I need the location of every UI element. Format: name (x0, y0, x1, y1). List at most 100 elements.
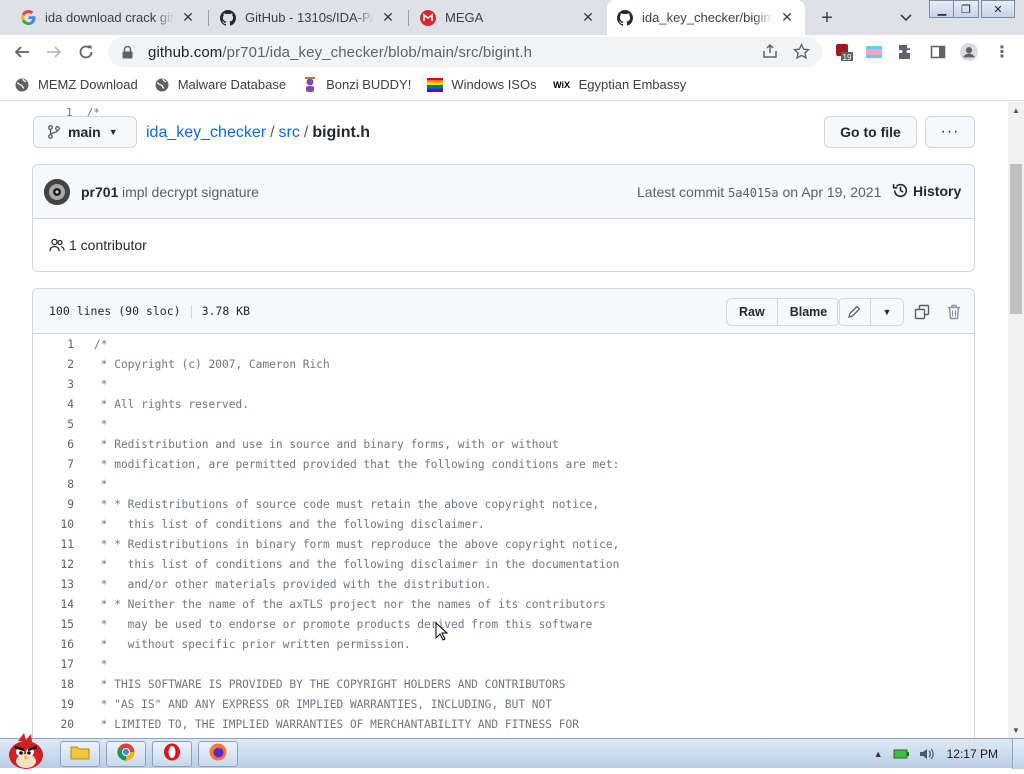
breadcrumb-current-file: bigint.h (312, 124, 371, 141)
line-number[interactable]: 3 (33, 375, 74, 395)
bookmark-malware-database[interactable]: Malware Database (154, 77, 286, 93)
more-options-button[interactable]: ··· (925, 116, 975, 148)
go-to-file-button[interactable]: Go to file (824, 116, 917, 148)
line-number[interactable]: 19 (33, 695, 74, 715)
battery-power-icon[interactable] (893, 747, 909, 761)
line-number[interactable]: 9 (33, 495, 74, 515)
code-line: 5 * (33, 415, 974, 435)
tab-mega[interactable]: MEGA ✕ (410, 0, 606, 35)
commit-author-link[interactable]: pr701 (81, 184, 118, 200)
raw-button[interactable]: Raw (727, 299, 777, 325)
edit-button-group: ▼ (837, 298, 904, 326)
bookmark-windows-isos[interactable]: Windows ISOs (427, 77, 537, 93)
line-number[interactable]: 6 (33, 435, 74, 455)
line-number[interactable]: 10 (33, 515, 74, 535)
tab-bigint-active[interactable]: ida_key_checker/bigint ✕ (607, 0, 805, 35)
show-desktop-button[interactable] (1012, 739, 1024, 769)
commit-message-link[interactable]: impl decrypt signature (122, 184, 259, 200)
maximize-window-button[interactable]: ❐ (953, 0, 979, 18)
code-line: 14 * * Neither the name of the axTLS pro… (33, 595, 974, 615)
tab-github-ida-pa[interactable]: GitHub - 1310s/IDA-PA ✕ (210, 0, 406, 35)
tab-google-search[interactable]: ida download crack gith ✕ (10, 0, 206, 35)
volume-icon[interactable] (919, 747, 935, 761)
bookmark-bonzi-buddy[interactable]: Bonzi BUDDY! (302, 76, 411, 93)
taskbar-chrome[interactable] (106, 741, 146, 767)
line-text: * Redistribution and use in source and b… (94, 438, 559, 451)
browser-menu-icon[interactable]: ⋮ (993, 43, 1011, 61)
address-bar[interactable]: github.com/pr701/ida_key_checker/blob/ma… (108, 37, 822, 67)
extension-badge-icon[interactable]: 19 (835, 43, 853, 61)
tab-search-chevron-icon[interactable] (896, 8, 916, 28)
contributors-link[interactable]: 1 contributor (49, 237, 147, 253)
copy-raw-contents-icon[interactable] (913, 303, 931, 321)
bookmark-memz-download[interactable]: MEMZ Download (14, 77, 138, 93)
side-panel-icon[interactable] (929, 43, 947, 61)
back-button[interactable] (9, 39, 35, 65)
taskbar-file-explorer[interactable] (60, 741, 100, 767)
line-text: * * Redistributions of source code must … (94, 498, 600, 511)
show-hidden-icons-arrow-icon[interactable]: ▲ (874, 749, 883, 759)
delete-file-trash-icon[interactable] (945, 303, 963, 321)
close-tab-icon[interactable]: ✕ (180, 9, 196, 26)
scrollbar-thumb[interactable] (1010, 164, 1022, 314)
share-icon[interactable] (761, 42, 779, 60)
start-button-angry-bird-icon[interactable] (2, 731, 52, 769)
taskbar-opera[interactable] (152, 741, 192, 767)
forward-button[interactable] (41, 39, 67, 65)
line-number[interactable]: 17 (33, 655, 74, 675)
lock-icon[interactable] (122, 45, 136, 59)
bookmark-egyptian-embassy[interactable]: WiX Egyptian Embassy (553, 77, 686, 93)
line-number[interactable]: 2 (33, 355, 74, 375)
close-tab-icon[interactable]: ✕ (779, 9, 795, 26)
commit-sha-link[interactable]: 5a4015a (728, 186, 779, 200)
bookmark-star-icon[interactable] (792, 42, 810, 60)
globe-icon (14, 77, 30, 93)
extensions-puzzle-icon[interactable] (897, 43, 915, 61)
code-line: 8 * (33, 475, 974, 495)
taskbar-clock[interactable]: 12:17 PM (947, 747, 998, 761)
code-line: 3 * (33, 375, 974, 395)
blame-button[interactable]: Blame (776, 299, 840, 325)
minimize-window-button[interactable]: ▁ (929, 0, 955, 18)
line-number[interactable]: 5 (33, 415, 74, 435)
close-tab-icon[interactable]: ✕ (380, 9, 396, 26)
commit-header: pr701 impl decrypt signature Latest comm… (33, 165, 974, 219)
line-number[interactable]: 4 (33, 395, 74, 415)
line-number[interactable]: 16 (33, 635, 74, 655)
taskbar-firefox[interactable] (198, 741, 238, 767)
history-link[interactable]: History (892, 182, 961, 199)
close-tab-icon[interactable]: ✕ (580, 9, 596, 26)
line-text: * THIS SOFTWARE IS PROVIDED BY THE COPYR… (94, 678, 566, 691)
edit-pencil-button[interactable] (838, 299, 870, 325)
close-window-button[interactable]: ✕ (981, 0, 1015, 18)
new-tab-button[interactable]: + (815, 6, 839, 30)
line-number[interactable]: 13 (33, 575, 74, 595)
extension-flag-icon[interactable] (865, 43, 883, 61)
branch-select-button[interactable]: main ▼ (33, 116, 137, 148)
page-scrollbar[interactable]: ▲ ▼ (1008, 102, 1024, 738)
tab-title: ida download crack gith (45, 10, 174, 25)
line-text: * modification, are permitted provided t… (94, 458, 620, 471)
line-number[interactable]: 14 (33, 595, 74, 615)
line-text: * and/or other materials provided with t… (94, 578, 492, 591)
line-number[interactable]: 11 (33, 535, 74, 555)
mega-icon (420, 9, 436, 26)
line-number[interactable]: 1 (33, 335, 74, 355)
breadcrumb-dir-link[interactable]: src (279, 124, 300, 141)
scroll-down-arrow-icon[interactable]: ▼ (1008, 722, 1024, 738)
breadcrumb: ida_key_checker / src / bigint.h (146, 124, 370, 142)
scroll-up-arrow-icon[interactable]: ▲ (1008, 102, 1024, 118)
line-number[interactable]: 8 (33, 475, 74, 495)
line-text: * Copyright (c) 2007, Cameron Rich (94, 358, 330, 371)
reload-button[interactable] (73, 39, 99, 65)
line-number[interactable]: 7 (33, 455, 74, 475)
line-number[interactable]: 15 (33, 615, 74, 635)
edit-dropdown-button[interactable]: ▼ (870, 299, 903, 325)
line-number[interactable]: 18 (33, 675, 74, 695)
breadcrumb-separator: / (270, 124, 275, 141)
branch-name: main (68, 124, 101, 140)
breadcrumb-repo-link[interactable]: ida_key_checker (146, 124, 266, 141)
line-number[interactable]: 12 (33, 555, 74, 575)
profile-avatar-icon[interactable] (960, 43, 978, 61)
avatar[interactable] (44, 179, 70, 205)
